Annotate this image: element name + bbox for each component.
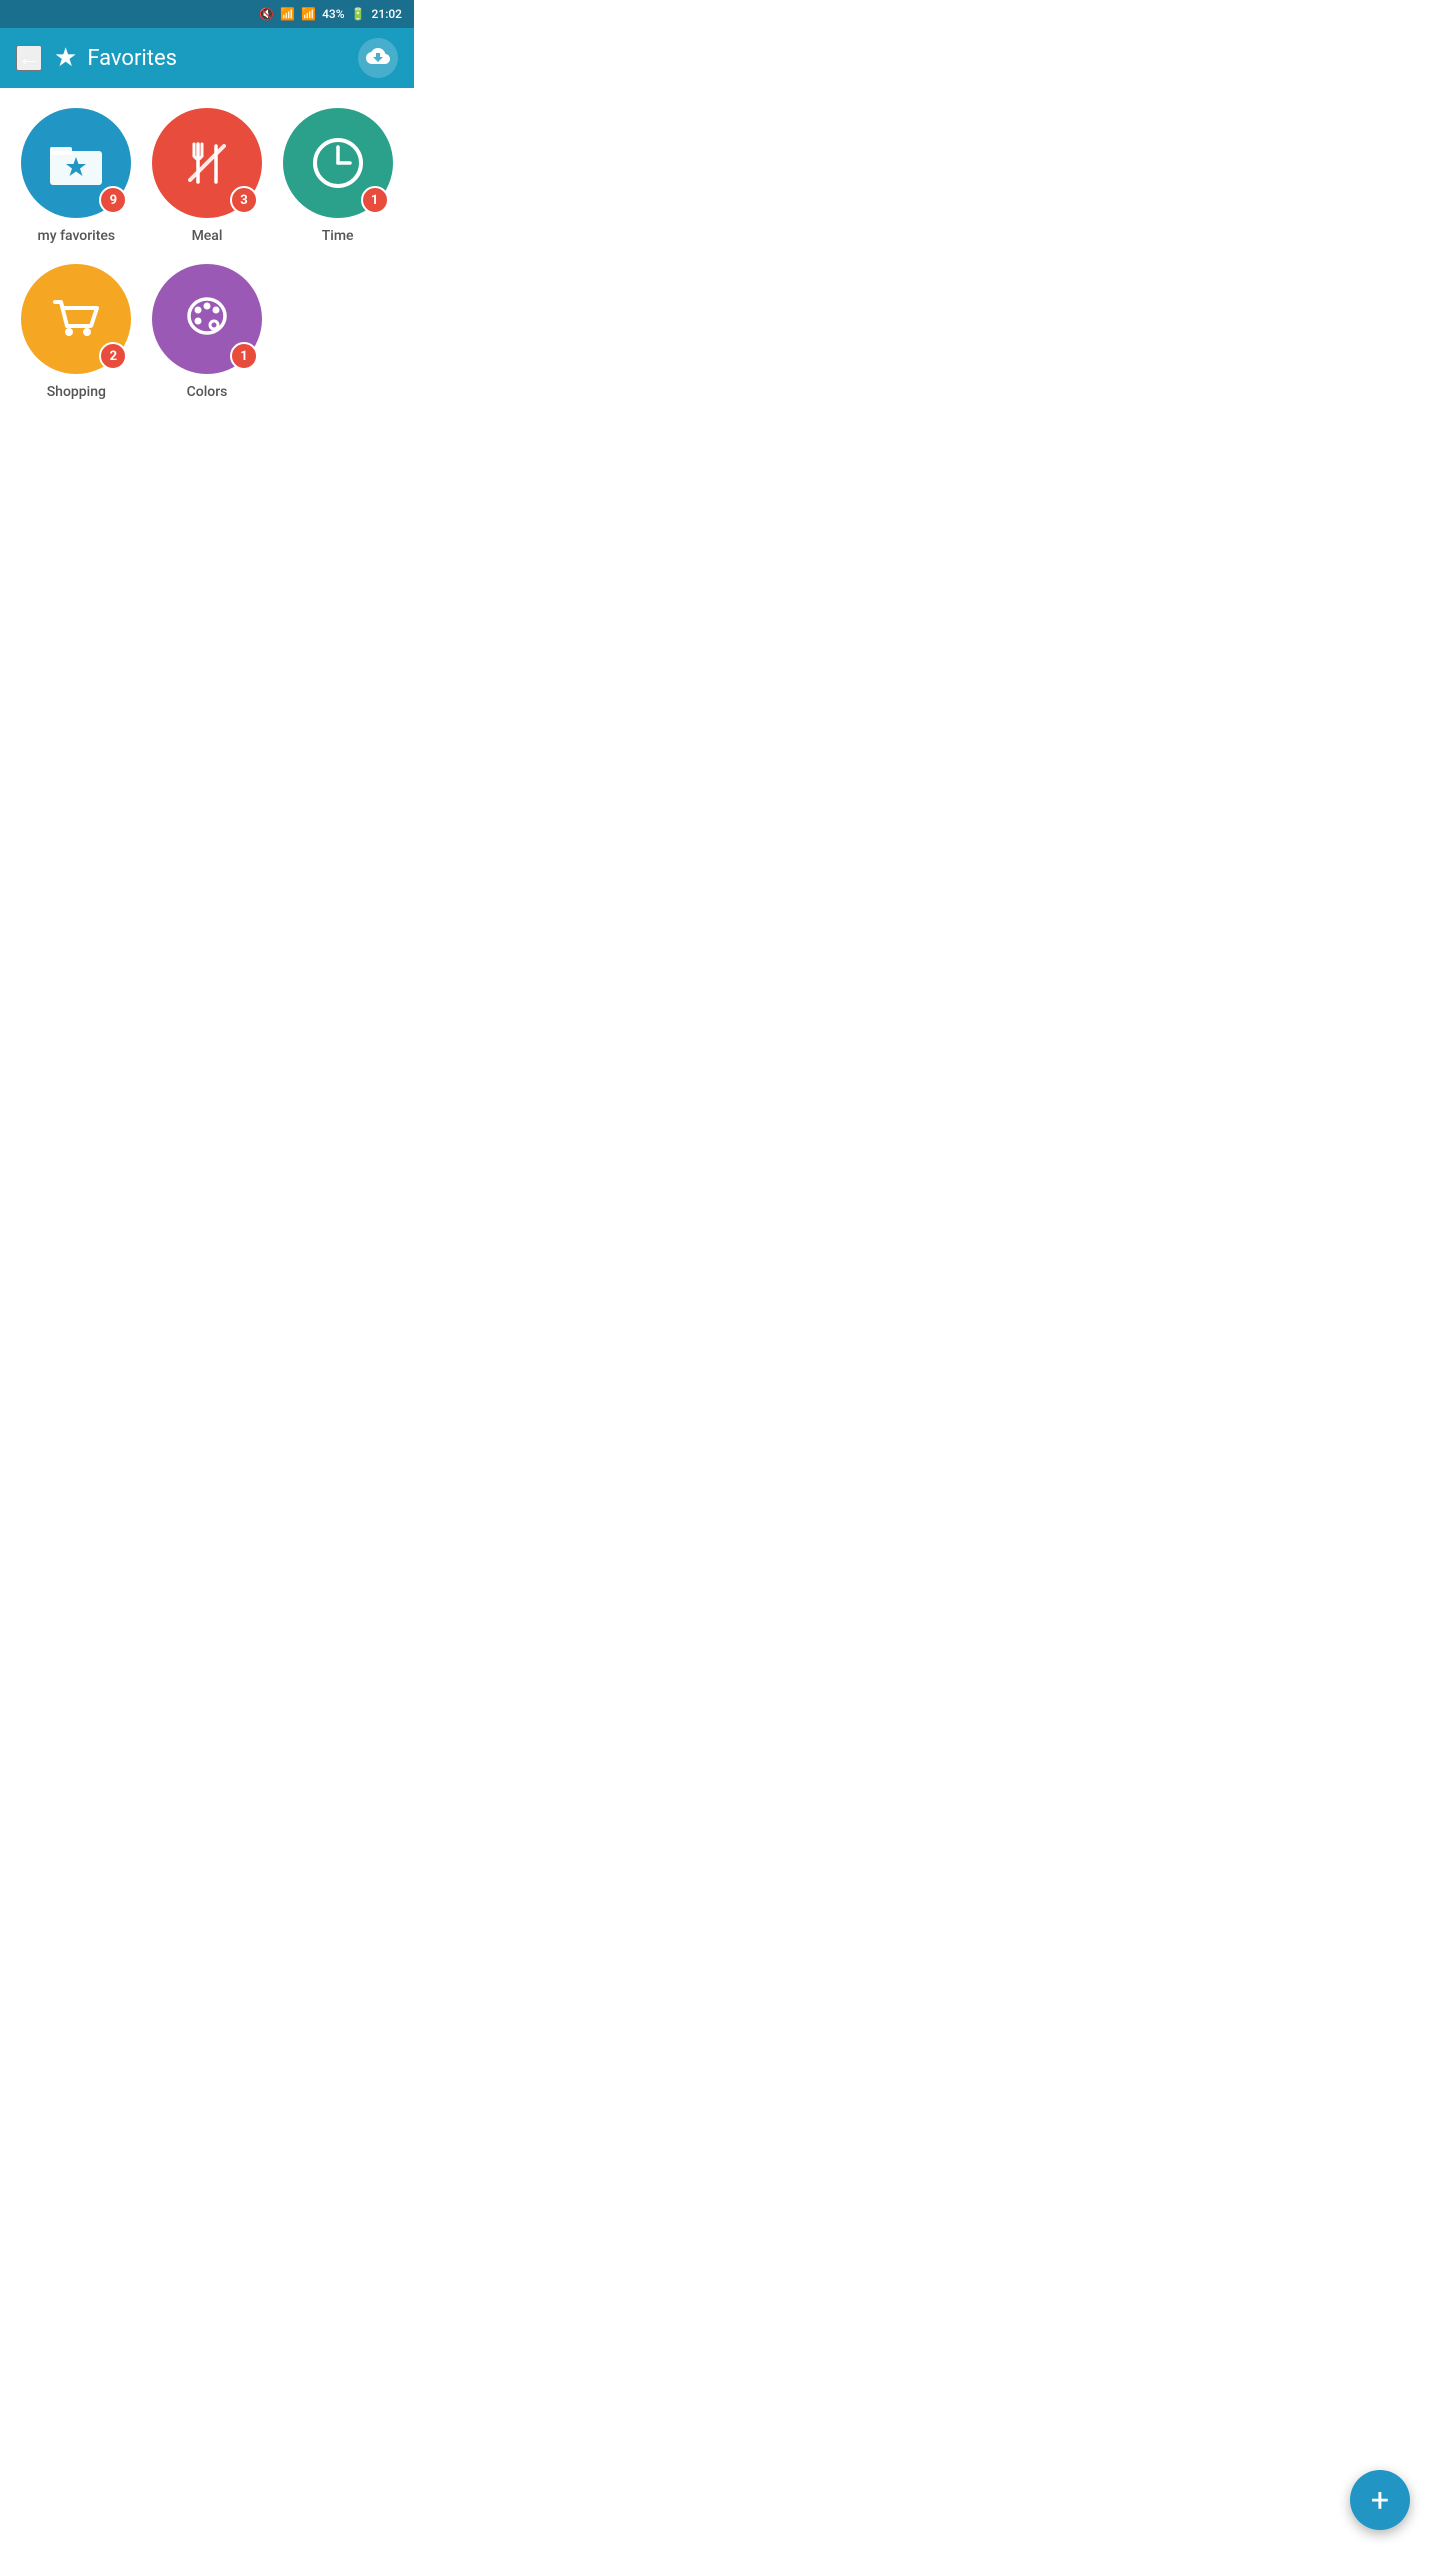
app-bar: ← ★ Favorites: [0, 28, 414, 88]
colors-container: 1: [152, 264, 262, 374]
status-bar: 🔇 📶 📶 43% 🔋 21:02: [0, 0, 414, 28]
my-favorites-container: 9: [21, 108, 131, 218]
my-favorites-badge: 9: [99, 186, 127, 214]
clock-icon: [308, 133, 368, 193]
mute-icon: 🔇: [259, 7, 274, 21]
shopping-container: 2: [21, 264, 131, 374]
category-grid-row2: 2 Shopping: [16, 264, 398, 400]
empty-cell: [277, 264, 398, 400]
meal-container: 3: [152, 108, 262, 218]
time-container: 1: [283, 108, 393, 218]
colors-badge: 1: [230, 342, 258, 370]
category-shopping[interactable]: 2 Shopping: [16, 264, 137, 400]
back-button[interactable]: ←: [16, 45, 42, 71]
wifi-icon: 📶: [280, 7, 295, 21]
shopping-badge: 2: [99, 342, 127, 370]
cart-icon: [47, 290, 105, 348]
shopping-label: Shopping: [47, 384, 106, 400]
page-title: Favorites: [87, 46, 177, 71]
cutlery-icon: [180, 136, 234, 190]
signal-icon: 📶: [301, 7, 316, 21]
add-icon: +: [1371, 2481, 1389, 2519]
add-fab-button[interactable]: +: [1350, 2470, 1410, 2530]
colors-label: Colors: [187, 384, 228, 400]
category-meal[interactable]: 3 Meal: [147, 108, 268, 244]
download-button[interactable]: [358, 38, 398, 78]
battery-icon: 🔋: [351, 7, 366, 21]
category-colors[interactable]: 1 Colors: [147, 264, 268, 400]
meal-label: Meal: [192, 228, 223, 244]
category-grid-row1: 9 my favorites: [16, 108, 398, 244]
category-time[interactable]: 1 Time: [277, 108, 398, 244]
palette-icon: [178, 290, 236, 348]
time-text: 21:02: [372, 7, 402, 21]
time-label: Time: [322, 228, 354, 244]
my-favorites-label: my favorites: [38, 228, 116, 244]
content-area: 9 my favorites: [0, 88, 414, 420]
folder-star-icon: [48, 141, 104, 185]
meal-badge: 3: [230, 186, 258, 214]
category-my-favorites[interactable]: 9 my favorites: [16, 108, 137, 244]
battery-text: 43%: [322, 7, 344, 21]
download-icon: [366, 44, 390, 73]
favorites-star-icon: ★: [54, 43, 77, 73]
time-badge: 1: [361, 186, 389, 214]
